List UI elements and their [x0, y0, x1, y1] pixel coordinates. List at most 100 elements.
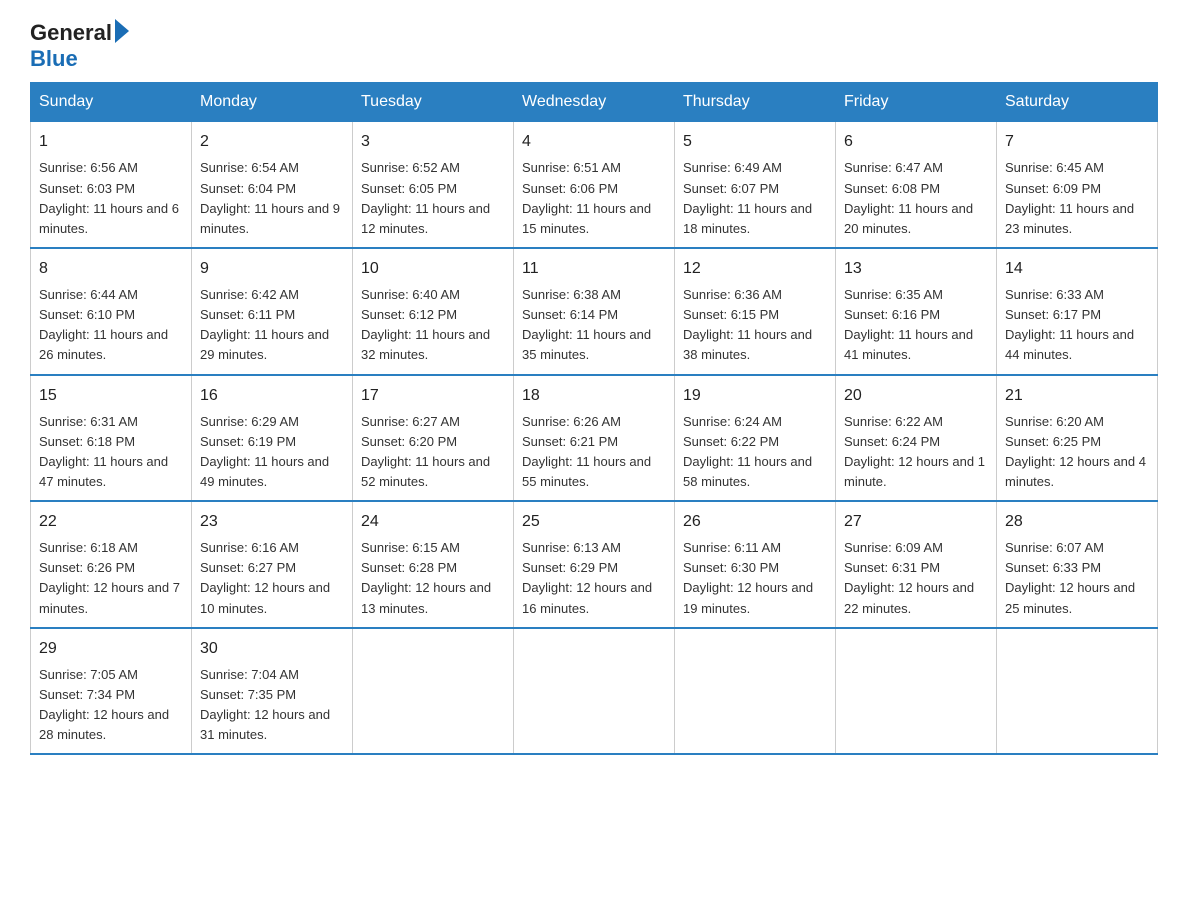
- calendar-header-row: SundayMondayTuesdayWednesdayThursdayFrid…: [31, 83, 1158, 122]
- calendar-cell: 12 Sunrise: 6:36 AMSunset: 6:15 PMDaylig…: [675, 248, 836, 375]
- day-number: 21: [1005, 384, 1149, 408]
- calendar-cell: [836, 628, 997, 755]
- day-number: 2: [200, 130, 344, 154]
- day-number: 29: [39, 637, 183, 661]
- page-header: General Blue: [30, 20, 1158, 72]
- col-header-sunday: Sunday: [31, 83, 192, 122]
- calendar-cell: 22 Sunrise: 6:18 AMSunset: 6:26 PMDaylig…: [31, 501, 192, 628]
- calendar-cell: 18 Sunrise: 6:26 AMSunset: 6:21 PMDaylig…: [514, 375, 675, 502]
- day-number: 1: [39, 130, 183, 154]
- day-number: 27: [844, 510, 988, 534]
- day-info: Sunrise: 7:04 AMSunset: 7:35 PMDaylight:…: [200, 667, 330, 742]
- day-number: 3: [361, 130, 505, 154]
- day-number: 26: [683, 510, 827, 534]
- day-number: 12: [683, 257, 827, 281]
- calendar-week-row: 22 Sunrise: 6:18 AMSunset: 6:26 PMDaylig…: [31, 501, 1158, 628]
- day-info: Sunrise: 6:24 AMSunset: 6:22 PMDaylight:…: [683, 414, 812, 489]
- logo-triangle-icon: [115, 19, 129, 43]
- day-number: 5: [683, 130, 827, 154]
- day-info: Sunrise: 6:51 AMSunset: 6:06 PMDaylight:…: [522, 160, 651, 235]
- day-info: Sunrise: 6:36 AMSunset: 6:15 PMDaylight:…: [683, 287, 812, 362]
- day-number: 16: [200, 384, 344, 408]
- col-header-saturday: Saturday: [997, 83, 1158, 122]
- day-number: 9: [200, 257, 344, 281]
- day-number: 25: [522, 510, 666, 534]
- day-info: Sunrise: 6:18 AMSunset: 6:26 PMDaylight:…: [39, 540, 180, 615]
- calendar-cell: 14 Sunrise: 6:33 AMSunset: 6:17 PMDaylig…: [997, 248, 1158, 375]
- day-number: 8: [39, 257, 183, 281]
- calendar-cell: 11 Sunrise: 6:38 AMSunset: 6:14 PMDaylig…: [514, 248, 675, 375]
- day-info: Sunrise: 6:45 AMSunset: 6:09 PMDaylight:…: [1005, 160, 1134, 235]
- day-info: Sunrise: 6:42 AMSunset: 6:11 PMDaylight:…: [200, 287, 329, 362]
- day-info: Sunrise: 6:29 AMSunset: 6:19 PMDaylight:…: [200, 414, 329, 489]
- calendar-cell: 6 Sunrise: 6:47 AMSunset: 6:08 PMDayligh…: [836, 122, 997, 248]
- day-info: Sunrise: 6:38 AMSunset: 6:14 PMDaylight:…: [522, 287, 651, 362]
- day-info: Sunrise: 6:22 AMSunset: 6:24 PMDaylight:…: [844, 414, 985, 489]
- day-number: 6: [844, 130, 988, 154]
- day-number: 11: [522, 257, 666, 281]
- logo-text-blue: Blue: [30, 46, 78, 71]
- day-number: 28: [1005, 510, 1149, 534]
- calendar-cell: 3 Sunrise: 6:52 AMSunset: 6:05 PMDayligh…: [353, 122, 514, 248]
- calendar-cell: 21 Sunrise: 6:20 AMSunset: 6:25 PMDaylig…: [997, 375, 1158, 502]
- calendar-cell: [353, 628, 514, 755]
- day-number: 23: [200, 510, 344, 534]
- logo-text-general: General: [30, 20, 112, 46]
- calendar-cell: 13 Sunrise: 6:35 AMSunset: 6:16 PMDaylig…: [836, 248, 997, 375]
- calendar-cell: 16 Sunrise: 6:29 AMSunset: 6:19 PMDaylig…: [192, 375, 353, 502]
- calendar-week-row: 1 Sunrise: 6:56 AMSunset: 6:03 PMDayligh…: [31, 122, 1158, 248]
- day-info: Sunrise: 6:35 AMSunset: 6:16 PMDaylight:…: [844, 287, 973, 362]
- calendar-cell: 17 Sunrise: 6:27 AMSunset: 6:20 PMDaylig…: [353, 375, 514, 502]
- calendar-cell: 10 Sunrise: 6:40 AMSunset: 6:12 PMDaylig…: [353, 248, 514, 375]
- day-info: Sunrise: 6:13 AMSunset: 6:29 PMDaylight:…: [522, 540, 652, 615]
- day-info: Sunrise: 6:47 AMSunset: 6:08 PMDaylight:…: [844, 160, 973, 235]
- calendar-week-row: 8 Sunrise: 6:44 AMSunset: 6:10 PMDayligh…: [31, 248, 1158, 375]
- calendar-cell: [675, 628, 836, 755]
- calendar-cell: 9 Sunrise: 6:42 AMSunset: 6:11 PMDayligh…: [192, 248, 353, 375]
- day-number: 30: [200, 637, 344, 661]
- calendar-cell: 2 Sunrise: 6:54 AMSunset: 6:04 PMDayligh…: [192, 122, 353, 248]
- col-header-wednesday: Wednesday: [514, 83, 675, 122]
- day-info: Sunrise: 7:05 AMSunset: 7:34 PMDaylight:…: [39, 667, 169, 742]
- logo: General Blue: [30, 20, 129, 72]
- calendar-cell: 27 Sunrise: 6:09 AMSunset: 6:31 PMDaylig…: [836, 501, 997, 628]
- day-info: Sunrise: 6:52 AMSunset: 6:05 PMDaylight:…: [361, 160, 490, 235]
- day-info: Sunrise: 6:54 AMSunset: 6:04 PMDaylight:…: [200, 160, 340, 235]
- day-number: 14: [1005, 257, 1149, 281]
- calendar-cell: 1 Sunrise: 6:56 AMSunset: 6:03 PMDayligh…: [31, 122, 192, 248]
- col-header-friday: Friday: [836, 83, 997, 122]
- day-info: Sunrise: 6:27 AMSunset: 6:20 PMDaylight:…: [361, 414, 490, 489]
- day-number: 4: [522, 130, 666, 154]
- calendar-cell: 30 Sunrise: 7:04 AMSunset: 7:35 PMDaylig…: [192, 628, 353, 755]
- calendar-cell: 8 Sunrise: 6:44 AMSunset: 6:10 PMDayligh…: [31, 248, 192, 375]
- day-number: 18: [522, 384, 666, 408]
- day-number: 19: [683, 384, 827, 408]
- calendar-cell: 25 Sunrise: 6:13 AMSunset: 6:29 PMDaylig…: [514, 501, 675, 628]
- day-number: 13: [844, 257, 988, 281]
- calendar-cell: 4 Sunrise: 6:51 AMSunset: 6:06 PMDayligh…: [514, 122, 675, 248]
- day-info: Sunrise: 6:09 AMSunset: 6:31 PMDaylight:…: [844, 540, 974, 615]
- day-info: Sunrise: 6:11 AMSunset: 6:30 PMDaylight:…: [683, 540, 813, 615]
- day-info: Sunrise: 6:31 AMSunset: 6:18 PMDaylight:…: [39, 414, 168, 489]
- calendar-cell: 28 Sunrise: 6:07 AMSunset: 6:33 PMDaylig…: [997, 501, 1158, 628]
- calendar-cell: 23 Sunrise: 6:16 AMSunset: 6:27 PMDaylig…: [192, 501, 353, 628]
- day-info: Sunrise: 6:44 AMSunset: 6:10 PMDaylight:…: [39, 287, 168, 362]
- calendar-cell: 24 Sunrise: 6:15 AMSunset: 6:28 PMDaylig…: [353, 501, 514, 628]
- day-number: 22: [39, 510, 183, 534]
- day-number: 24: [361, 510, 505, 534]
- calendar-week-row: 15 Sunrise: 6:31 AMSunset: 6:18 PMDaylig…: [31, 375, 1158, 502]
- day-info: Sunrise: 6:56 AMSunset: 6:03 PMDaylight:…: [39, 160, 179, 235]
- calendar-table: SundayMondayTuesdayWednesdayThursdayFrid…: [30, 82, 1158, 755]
- calendar-cell: [514, 628, 675, 755]
- calendar-week-row: 29 Sunrise: 7:05 AMSunset: 7:34 PMDaylig…: [31, 628, 1158, 755]
- day-number: 20: [844, 384, 988, 408]
- day-info: Sunrise: 6:16 AMSunset: 6:27 PMDaylight:…: [200, 540, 330, 615]
- calendar-cell: 20 Sunrise: 6:22 AMSunset: 6:24 PMDaylig…: [836, 375, 997, 502]
- col-header-thursday: Thursday: [675, 83, 836, 122]
- col-header-monday: Monday: [192, 83, 353, 122]
- calendar-cell: [997, 628, 1158, 755]
- day-number: 7: [1005, 130, 1149, 154]
- day-info: Sunrise: 6:07 AMSunset: 6:33 PMDaylight:…: [1005, 540, 1135, 615]
- calendar-cell: 26 Sunrise: 6:11 AMSunset: 6:30 PMDaylig…: [675, 501, 836, 628]
- calendar-cell: 7 Sunrise: 6:45 AMSunset: 6:09 PMDayligh…: [997, 122, 1158, 248]
